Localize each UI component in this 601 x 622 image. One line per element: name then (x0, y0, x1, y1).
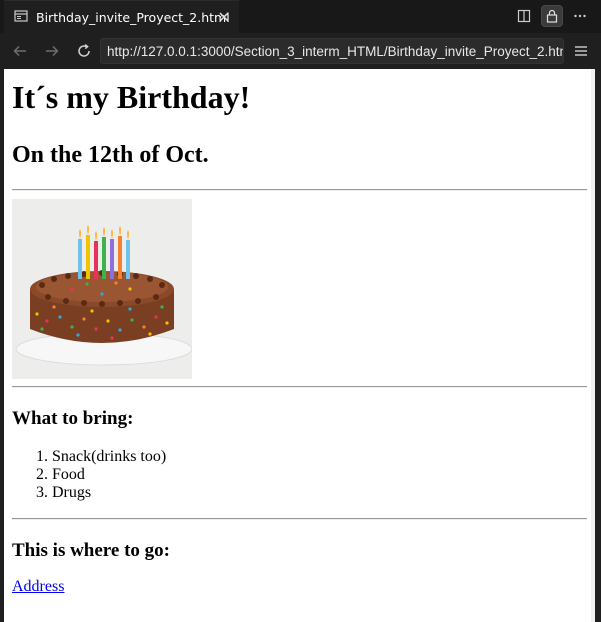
divider (12, 189, 587, 191)
url-input[interactable] (107, 43, 563, 59)
reload-icon[interactable] (74, 41, 94, 61)
back-arrow-icon[interactable] (10, 41, 30, 61)
page-subheading: On the 12th of Oct. (12, 142, 209, 168)
divider (12, 386, 587, 388)
where-heading: This is where to go: (12, 540, 170, 561)
navigation-bar (0, 33, 601, 69)
more-actions-icon[interactable] (569, 5, 591, 27)
list-item: Snack(drinks too) (52, 448, 587, 466)
browser-tab[interactable]: Birthday_invite_Proyect_2.html (4, 0, 239, 33)
tab-bar: Birthday_invite_Proyect_2.html (0, 0, 601, 33)
page-icon (14, 8, 28, 27)
page-heading: It´s my Birthday! (12, 79, 251, 115)
page-content: It´s my Birthday! On the 12th of Oct. Wh… (4, 79, 595, 596)
divider (12, 518, 587, 520)
menu-icon[interactable] (571, 41, 591, 61)
forward-arrow-icon[interactable] (42, 41, 62, 61)
address-link[interactable]: Address (12, 578, 64, 596)
address-bar[interactable] (100, 38, 564, 64)
tab-actions (513, 5, 591, 27)
bring-list: Snack(drinks too) Food Drugs (12, 448, 587, 502)
list-item: Food (52, 466, 587, 484)
web-page-viewport: It´s my Birthday! On the 12th of Oct. Wh… (4, 69, 595, 622)
tab-title: Birthday_invite_Proyect_2.html (36, 9, 230, 25)
list-item: Drugs (52, 484, 587, 502)
birthday-cake-image (12, 199, 192, 379)
split-editor-icon[interactable] (513, 5, 535, 27)
close-icon[interactable] (217, 9, 231, 28)
scrollbar[interactable] (591, 69, 595, 622)
bring-heading: What to bring: (12, 408, 134, 429)
lock-icon[interactable] (541, 5, 563, 27)
